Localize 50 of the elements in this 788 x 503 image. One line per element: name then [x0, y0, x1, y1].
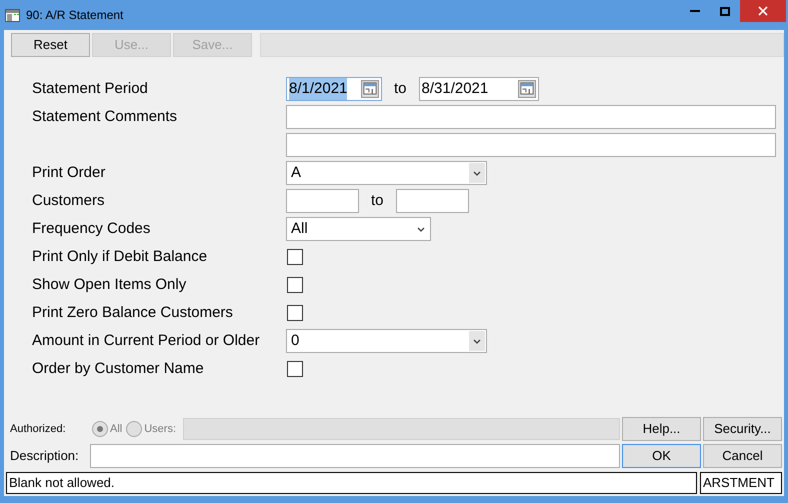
- status-message: Blank not allowed.: [6, 472, 697, 494]
- date-field[interactable]: 8/1/2021: [286, 77, 382, 101]
- checkbox[interactable]: [287, 305, 303, 321]
- radio-label: All: [110, 422, 122, 437]
- close-icon: [758, 6, 768, 16]
- dropdown[interactable]: 0: [286, 329, 487, 353]
- dropdown[interactable]: All: [286, 217, 431, 241]
- description-label: Description:: [10, 447, 80, 466]
- field-label: Amount in Current Period or Older: [32, 332, 260, 349]
- window-icon: [5, 8, 20, 22]
- to-label: to: [394, 78, 407, 99]
- dropdown[interactable]: A: [286, 161, 487, 185]
- radio-button[interactable]: [126, 421, 142, 437]
- field-label: Print Only if Debit Balance: [32, 248, 208, 265]
- field-label: Order by Customer Name: [32, 360, 204, 377]
- checkbox[interactable]: [287, 249, 303, 265]
- close-button[interactable]: [740, 0, 786, 22]
- field-label: Statement Comments: [32, 108, 178, 125]
- field-label: Statement Period: [32, 80, 148, 97]
- caret-icon[interactable]: [473, 170, 481, 176]
- calendar-icon[interactable]: [518, 80, 536, 98]
- description-field[interactable]: [90, 444, 620, 468]
- field-label: Customers: [32, 192, 105, 209]
- text-field[interactable]: [286, 133, 776, 157]
- status-code: ARSTMENT: [700, 472, 782, 494]
- radio-button[interactable]: [92, 421, 108, 437]
- checkbox[interactable]: [287, 361, 303, 377]
- maximize-icon: [720, 6, 730, 16]
- field-label: Print Zero Balance Customers: [32, 304, 233, 321]
- radio-label: Users:: [144, 422, 176, 437]
- dialog-button[interactable]: OK: [622, 444, 701, 468]
- dialog-button[interactable]: Security...: [703, 417, 782, 441]
- dialog-button[interactable]: Help...: [622, 417, 701, 441]
- field-label: Print Order: [32, 164, 106, 181]
- minimize-icon: [690, 10, 700, 12]
- field-label: Frequency Codes: [32, 220, 150, 237]
- checkbox[interactable]: [287, 277, 303, 293]
- field-label: Show Open Items Only: [32, 276, 186, 293]
- to-label: to: [371, 190, 384, 211]
- authorized-label: Authorized:: [10, 422, 67, 437]
- text-field[interactable]: [286, 105, 776, 129]
- calendar-icon[interactable]: [361, 80, 379, 98]
- dialog-button[interactable]: Cancel: [703, 444, 782, 468]
- window-title: 90: A/R Statement: [26, 7, 124, 24]
- text-field[interactable]: [396, 189, 469, 213]
- toolbar-button[interactable]: Reset: [11, 33, 90, 57]
- caret-icon[interactable]: [417, 226, 425, 232]
- caret-icon[interactable]: [473, 338, 481, 344]
- text-field[interactable]: [286, 189, 359, 213]
- date-field[interactable]: 8/31/2021: [418, 77, 539, 101]
